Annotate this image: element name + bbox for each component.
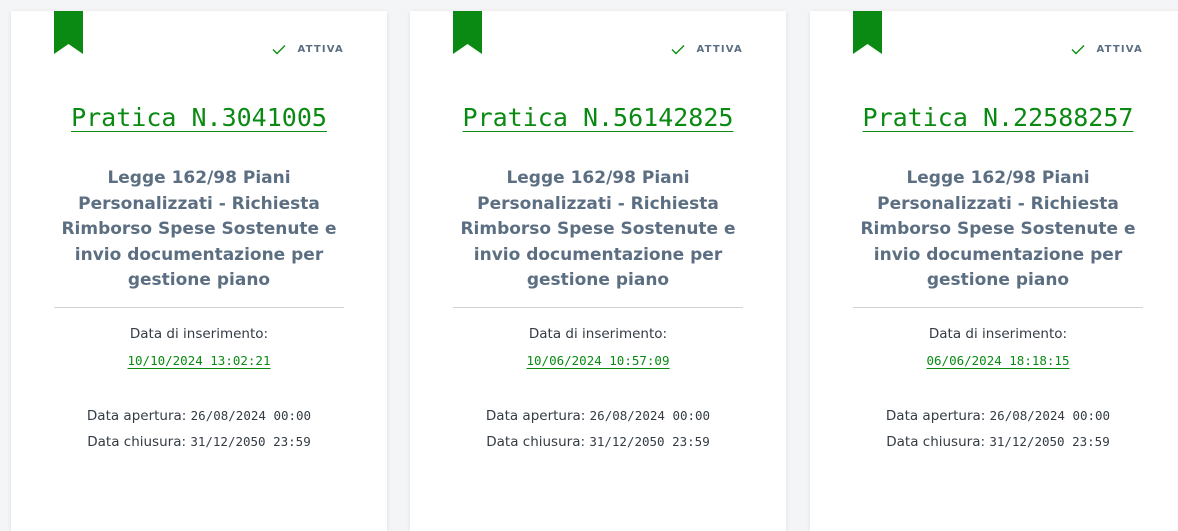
pratica-card: ATTIVA Pratica N.3041005 Legge 162/98 Pi… bbox=[11, 11, 387, 531]
apertura-value: 26/08/2024 00:00 bbox=[989, 408, 1111, 423]
pratica-description: Legge 162/98 Piani Personalizzati - Rich… bbox=[61, 168, 337, 290]
pratica-description: Legge 162/98 Piani Personalizzati - Rich… bbox=[460, 168, 736, 290]
pratica-title-link[interactable]: Pratica N.3041005 bbox=[11, 103, 387, 132]
check-icon bbox=[1071, 45, 1085, 55]
divider bbox=[54, 307, 344, 308]
bookmark-ribbon-icon bbox=[54, 11, 83, 54]
inserimento-date-link[interactable]: 06/06/2024 18:18:15 bbox=[810, 353, 1178, 368]
inserimento-date-link[interactable]: 10/06/2024 10:57:09 bbox=[410, 353, 786, 368]
status-label: ATTIVA bbox=[1096, 44, 1143, 55]
status-badge: ATTIVA bbox=[1071, 44, 1143, 55]
inserimento-label: Data di inserimento: bbox=[928, 326, 1068, 342]
apertura-row: Data apertura: 26/08/2024 00:00 bbox=[810, 408, 1178, 424]
chiusura-row: Data chiusura: 31/12/2050 23:59 bbox=[410, 434, 786, 450]
chiusura-label: Data chiusura: bbox=[486, 434, 586, 450]
chiusura-label: Data chiusura: bbox=[886, 434, 986, 450]
pratica-title-link[interactable]: Pratica N.22588257 bbox=[810, 103, 1178, 132]
apertura-label: Data apertura: bbox=[485, 408, 586, 424]
divider bbox=[853, 307, 1143, 308]
apertura-label: Data apertura: bbox=[86, 408, 187, 424]
apertura-label: Data apertura: bbox=[885, 408, 986, 424]
divider bbox=[453, 307, 743, 308]
pratica-card: ATTIVA Pratica N.56142825 Legge 162/98 P… bbox=[410, 11, 786, 531]
inserimento-date-link[interactable]: 10/10/2024 13:02:21 bbox=[11, 353, 387, 368]
chiusura-value: 31/12/2050 23:59 bbox=[190, 434, 311, 449]
status-label: ATTIVA bbox=[696, 44, 743, 55]
status-badge: ATTIVA bbox=[671, 44, 743, 55]
check-icon bbox=[671, 45, 685, 55]
apertura-row: Data apertura: 26/08/2024 00:00 bbox=[11, 408, 387, 424]
pratica-card: ATTIVA Pratica N.22588257 Legge 162/98 P… bbox=[810, 11, 1178, 531]
chiusura-row: Data chiusura: 31/12/2050 23:59 bbox=[810, 434, 1178, 450]
chiusura-row: Data chiusura: 31/12/2050 23:59 bbox=[11, 434, 387, 450]
inserimento-label: Data di inserimento: bbox=[528, 326, 668, 342]
chiusura-value: 31/12/2050 23:59 bbox=[989, 434, 1110, 449]
status-label: ATTIVA bbox=[297, 44, 344, 55]
bookmark-ribbon-icon bbox=[853, 11, 882, 54]
pratica-title-link[interactable]: Pratica N.56142825 bbox=[410, 103, 786, 132]
apertura-value: 26/08/2024 00:00 bbox=[190, 408, 312, 423]
bookmark-ribbon-icon bbox=[453, 11, 482, 54]
apertura-value: 26/08/2024 00:00 bbox=[589, 408, 711, 423]
chiusura-value: 31/12/2050 23:59 bbox=[589, 434, 710, 449]
pratica-description: Legge 162/98 Piani Personalizzati - Rich… bbox=[860, 168, 1136, 290]
chiusura-label: Data chiusura: bbox=[87, 434, 187, 450]
inserimento-label: Data di inserimento: bbox=[129, 326, 269, 342]
check-icon bbox=[272, 45, 286, 55]
status-badge: ATTIVA bbox=[272, 44, 344, 55]
apertura-row: Data apertura: 26/08/2024 00:00 bbox=[410, 408, 786, 424]
